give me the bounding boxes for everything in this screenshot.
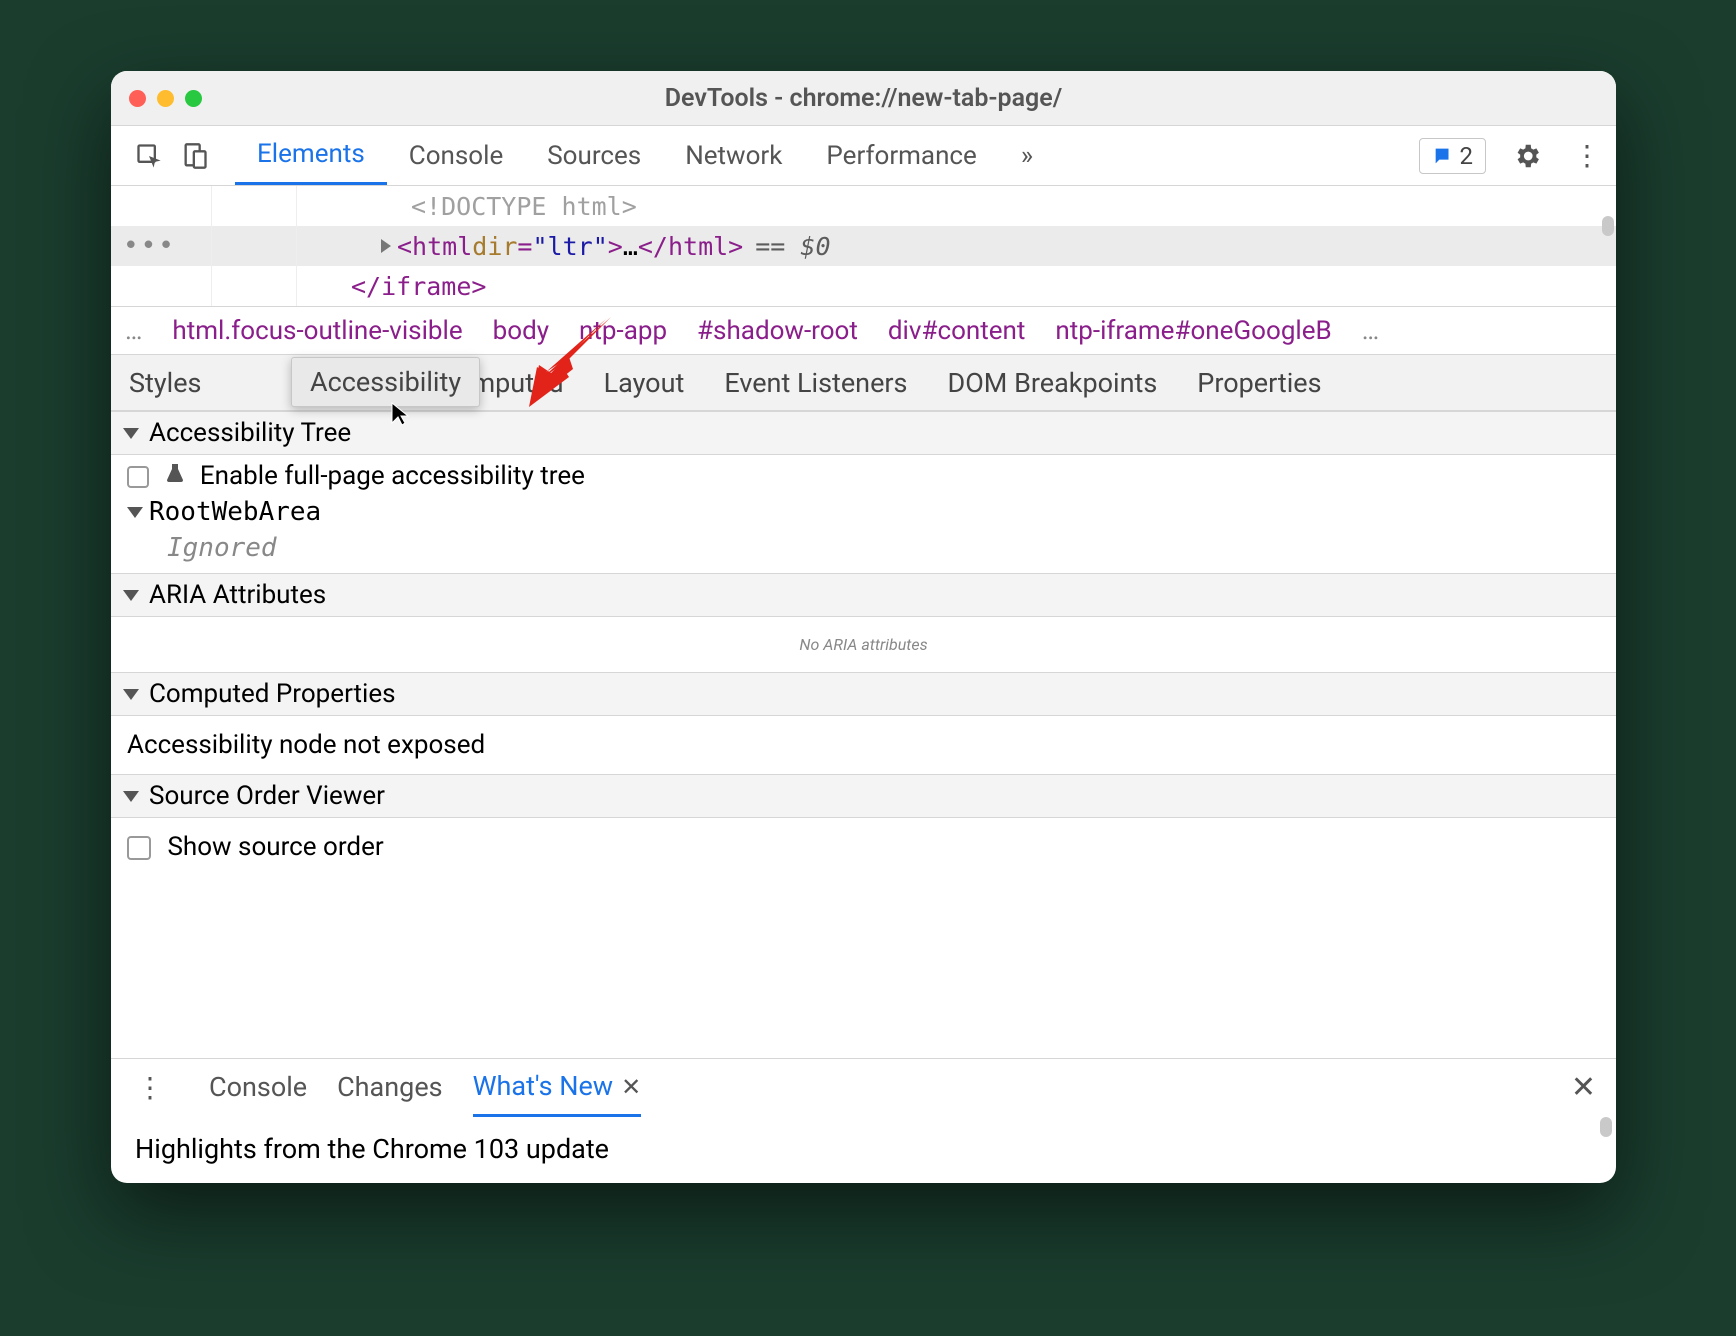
device-toolbar-icon[interactable]: [175, 136, 215, 176]
subtab-event-listeners[interactable]: Event Listeners: [724, 367, 907, 399]
enable-full-tree-checkbox[interactable]: [127, 466, 149, 488]
tab-performance[interactable]: Performance: [804, 126, 998, 185]
drawer-tab-console[interactable]: Console: [209, 1071, 307, 1103]
enable-full-tree-row[interactable]: Enable full-page accessibility tree: [127, 461, 1600, 491]
panel-tabs: Elements Console Sources Network Perform…: [235, 126, 1055, 185]
subtab-styles[interactable]: Styles: [129, 367, 201, 399]
more-options-icon[interactable]: ⋮: [1568, 139, 1606, 172]
subtab-properties[interactable]: Properties: [1197, 367, 1321, 399]
crumb-item[interactable]: #shadow-root: [697, 316, 858, 346]
aria-empty-message: No ARIA attributes: [111, 617, 1616, 672]
dom-tree[interactable]: <!DOCTYPE html> ••• <html dir="ltr">…</h…: [111, 186, 1616, 307]
drawer-tab-whats-new[interactable]: What's New✕: [473, 1070, 642, 1117]
settings-icon[interactable]: [1508, 141, 1546, 171]
breadcrumb-overflow-left[interactable]: …: [125, 316, 142, 346]
subtab-dom-breakpoints[interactable]: DOM Breakpoints: [948, 367, 1158, 399]
expand-caret-icon[interactable]: [127, 507, 143, 518]
drawer-tab-changes[interactable]: Changes: [337, 1071, 442, 1103]
drawer-close-icon[interactable]: ✕: [1571, 1070, 1596, 1105]
sidebar-tabs: Styles Accessibility mputed Layout Event…: [111, 355, 1616, 411]
crumb-item[interactable]: div#content: [888, 316, 1026, 346]
main-toolbar: Elements Console Sources Network Perform…: [111, 126, 1616, 186]
more-tabs-button[interactable]: »: [999, 126, 1055, 185]
devtools-window: DevTools - chrome://new-tab-page/ Elemen…: [111, 71, 1616, 1183]
issues-count: 2: [1460, 142, 1474, 170]
collapse-caret-icon[interactable]: [123, 791, 139, 802]
minimize-window-button[interactable]: [157, 90, 174, 107]
titlebar: DevTools - chrome://new-tab-page/: [111, 71, 1616, 126]
accessibility-tree-body: Enable full-page accessibility tree Root…: [111, 455, 1616, 573]
dom-closing-tag: </iframe>: [351, 272, 486, 301]
crumb-item[interactable]: html.focus-outline-visible: [172, 316, 462, 346]
row-actions-icon[interactable]: •••: [123, 231, 176, 261]
pane-aria-attributes[interactable]: ARIA Attributes: [111, 573, 1616, 617]
computed-properties-body: Accessibility node not exposed: [111, 716, 1616, 774]
dom-selected-row[interactable]: ••• <html dir="ltr">…</html>== $0: [111, 226, 1616, 266]
crumb-item[interactable]: ntp-iframe#oneGoogleB: [1055, 316, 1331, 346]
inspect-element-icon[interactable]: [129, 136, 169, 176]
pane-computed-properties[interactable]: Computed Properties: [111, 672, 1616, 716]
tab-sources[interactable]: Sources: [525, 126, 663, 185]
window-title: DevTools - chrome://new-tab-page/: [111, 84, 1616, 113]
pane-source-order[interactable]: Source Order Viewer: [111, 774, 1616, 818]
a11y-tree-root[interactable]: RootWebArea: [127, 497, 1600, 527]
pane-accessibility-tree[interactable]: Accessibility Tree: [111, 411, 1616, 455]
drawer-more-icon[interactable]: ⋮: [131, 1071, 169, 1104]
close-window-button[interactable]: [129, 90, 146, 107]
maximize-window-button[interactable]: [185, 90, 202, 107]
window-controls: [129, 90, 202, 107]
drawer-body: Highlights from the Chrome 103 update: [111, 1115, 1616, 1183]
a11y-tree-child: Ignored: [127, 533, 1600, 563]
scrollbar-thumb[interactable]: [1602, 216, 1614, 236]
dom-breadcrumb: … html.focus-outline-visible body ntp-ap…: [111, 307, 1616, 355]
collapse-caret-icon[interactable]: [123, 590, 139, 601]
annotation-arrow-icon: [511, 307, 621, 417]
expand-caret-icon[interactable]: [381, 239, 391, 253]
close-tab-icon[interactable]: ✕: [621, 1073, 641, 1101]
tab-console[interactable]: Console: [387, 126, 525, 185]
experiment-flask-icon: [165, 461, 185, 491]
drawer-tabs: ⋮ Console Changes What's New✕ ✕: [111, 1059, 1616, 1115]
subtab-accessibility-dragging[interactable]: Accessibility: [291, 357, 480, 407]
tab-elements[interactable]: Elements: [235, 126, 387, 185]
breadcrumb-overflow-right[interactable]: …: [1362, 316, 1379, 346]
mouse-cursor-icon: [390, 401, 410, 427]
collapse-caret-icon[interactable]: [123, 689, 139, 700]
issues-button[interactable]: 2: [1419, 138, 1487, 174]
show-source-order-checkbox[interactable]: [127, 836, 151, 860]
dom-doctype: <!DOCTYPE html>: [411, 192, 637, 221]
collapse-caret-icon[interactable]: [123, 428, 139, 439]
source-order-body: Show source order: [111, 818, 1616, 876]
scrollbar-thumb[interactable]: [1600, 1117, 1612, 1137]
tab-network[interactable]: Network: [663, 126, 804, 185]
drawer: ⋮ Console Changes What's New✕ ✕ Highligh…: [111, 1058, 1616, 1183]
